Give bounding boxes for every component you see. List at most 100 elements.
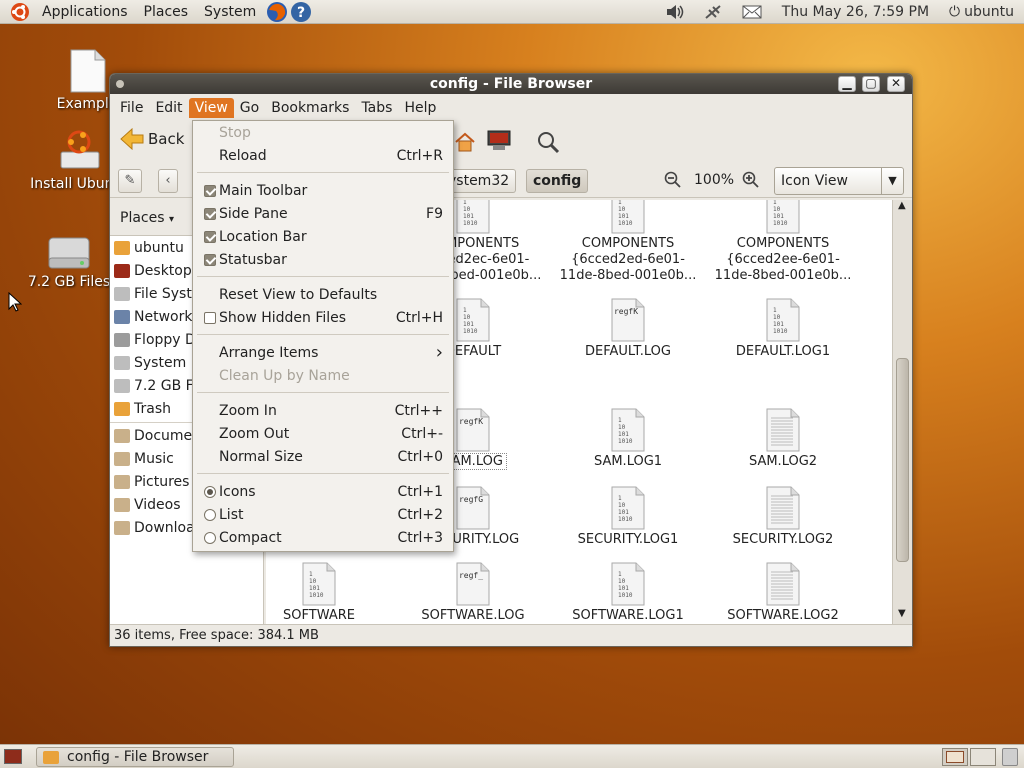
menu-item-normal-size[interactable]: Normal Size Ctrl+0 bbox=[193, 446, 453, 469]
scrollbar-thumb[interactable] bbox=[896, 358, 909, 562]
menu-item-arrange-items[interactable]: Arrange Items › bbox=[193, 342, 453, 365]
file-item[interactable]: regfK DEFAULT.LOG bbox=[553, 298, 703, 360]
chevron-down-icon: ▼ bbox=[881, 168, 903, 194]
zoom-out-icon[interactable] bbox=[664, 171, 682, 189]
mouse-cursor-icon bbox=[8, 292, 22, 312]
menu-item-stop[interactable]: Stop bbox=[193, 122, 453, 145]
taskbar-item-file-browser[interactable]: config - File Browser bbox=[36, 747, 234, 767]
firefox-icon[interactable] bbox=[266, 1, 288, 23]
close-button[interactable]: ✕ bbox=[887, 76, 905, 92]
sidebar-item-videos[interactable]: Videos bbox=[114, 493, 181, 516]
sidebar-item-floppy[interactable]: Floppy D bbox=[114, 328, 196, 351]
user-menu[interactable]: ⏻ ubuntu bbox=[949, 4, 1014, 20]
menu-item-reset-view-to-defaults[interactable]: Reset View to Defaults bbox=[193, 284, 453, 307]
desktop-icon-drive[interactable]: 7.2 GB Files bbox=[14, 234, 124, 290]
menu-edit[interactable]: Edit bbox=[149, 98, 188, 118]
menu-item-zoom-in[interactable]: Zoom In Ctrl++ bbox=[193, 400, 453, 423]
scroll-down-arrow-icon[interactable]: ▼ bbox=[898, 608, 906, 619]
menu-item-compact[interactable]: Compact Ctrl+3 bbox=[193, 527, 453, 550]
sidebar-item-home[interactable]: ubuntu bbox=[114, 236, 184, 259]
volume-icon[interactable] bbox=[666, 4, 684, 20]
trash-applet-icon[interactable] bbox=[1002, 748, 1018, 766]
home-icon[interactable] bbox=[454, 132, 476, 152]
binary-file-icon: 1101011010 bbox=[611, 562, 645, 606]
file-item[interactable]: 1 10 101 1010 COMPONENTS {6cced2ed-6e01- 11de-… bbox=[553, 200, 703, 284]
sidebar-item-pictures[interactable]: Pictures bbox=[114, 470, 189, 493]
file-name: {6cced2ee-6e01- bbox=[726, 252, 840, 267]
workspace-2[interactable] bbox=[970, 748, 996, 766]
menu-item-reload[interactable]: Reload Ctrl+R bbox=[193, 145, 453, 168]
menu-bookmarks[interactable]: Bookmarks bbox=[265, 98, 355, 118]
text-file-icon bbox=[766, 408, 800, 452]
menu-tabs[interactable]: Tabs bbox=[355, 98, 398, 118]
folder-icon bbox=[114, 451, 130, 466]
file-item[interactable]: 1 10 101 1010 SECURITY.LOG1 bbox=[553, 486, 703, 548]
svg-text:101: 101 bbox=[309, 585, 320, 592]
menu-item-show-hidden-files[interactable]: Show Hidden Files Ctrl+H bbox=[193, 307, 453, 330]
sidebar-item-desktop[interactable]: Desktop bbox=[114, 259, 192, 282]
clock[interactable]: Thu May 26, 7:59 PM bbox=[782, 4, 929, 20]
workspace-1[interactable] bbox=[942, 748, 968, 766]
edit-location-button[interactable]: ✎ bbox=[118, 169, 142, 193]
sidebar-item-filesystem[interactable]: File Syste bbox=[114, 282, 200, 305]
menu-item-icons[interactable]: Icons Ctrl+1 bbox=[193, 481, 453, 504]
crumb-config[interactable]: config bbox=[526, 169, 589, 193]
chevron-right-icon: › bbox=[435, 342, 443, 363]
maximize-button[interactable]: ▢ bbox=[862, 76, 880, 92]
back-button[interactable]: Back ▾ bbox=[120, 128, 197, 150]
system-menu[interactable]: System bbox=[196, 0, 264, 24]
menu-item-clean-up-by-name[interactable]: Clean Up by Name bbox=[193, 365, 453, 388]
sidebar-item-downloads[interactable]: Download bbox=[114, 516, 204, 539]
file-item[interactable]: SOFTWARE.LOG2 bbox=[708, 562, 858, 624]
show-desktop-icon[interactable] bbox=[4, 749, 22, 764]
document-icon bbox=[70, 49, 106, 93]
window-menu-icon[interactable] bbox=[116, 80, 124, 88]
binary-file-icon: 1101011010 bbox=[611, 408, 645, 452]
search-icon[interactable] bbox=[536, 130, 560, 154]
file-item[interactable]: 1 10 101 1010 COMPONENTS {6cced2ee-6e01- 11de-… bbox=[708, 200, 858, 284]
help-icon[interactable]: ? bbox=[290, 1, 312, 23]
view-mode-select[interactable]: Icon View ▼ bbox=[774, 167, 904, 195]
menu-item-main-toolbar[interactable]: Main Toolbar bbox=[193, 180, 453, 203]
file-item[interactable]: 1 10 101 1010 DEFAULT.LOG1 bbox=[708, 298, 858, 360]
file-item[interactable]: SECURITY.LOG2 bbox=[708, 486, 858, 548]
taskbar-item-label: config - File Browser bbox=[67, 749, 209, 765]
menu-go[interactable]: Go bbox=[234, 98, 265, 118]
zoom-in-icon[interactable] bbox=[742, 171, 760, 189]
menu-item-location-bar[interactable]: Location Bar bbox=[193, 226, 453, 249]
places-menu[interactable]: Places bbox=[136, 0, 197, 24]
menu-view[interactable]: View bbox=[188, 98, 234, 118]
sidebar-item-system[interactable]: System F bbox=[114, 351, 199, 374]
file-item[interactable]: SAM.LOG2 bbox=[708, 408, 858, 470]
file-item[interactable]: 1 10 101 1010 SAM.LOG1 bbox=[553, 408, 703, 470]
applications-menu[interactable]: Applications bbox=[34, 0, 136, 24]
computer-icon[interactable] bbox=[486, 130, 512, 152]
menu-item-zoom-out[interactable]: Zoom Out Ctrl+- bbox=[193, 423, 453, 446]
menu-item-side-pane[interactable]: Side Pane F9 bbox=[193, 203, 453, 226]
sidebar-item-network[interactable]: Network bbox=[114, 305, 192, 328]
minimize-button[interactable]: ▁ bbox=[838, 76, 856, 92]
window-titlebar[interactable]: config - File Browser ▁ ▢ ✕ bbox=[110, 74, 912, 94]
mail-icon[interactable] bbox=[742, 5, 762, 19]
menu-help[interactable]: Help bbox=[398, 98, 442, 118]
file-item[interactable]: regf_ SOFTWARE.LOG bbox=[398, 562, 548, 624]
sidebar-item-music[interactable]: Music bbox=[114, 447, 174, 470]
sidebar-item-trash[interactable]: Trash bbox=[114, 397, 171, 420]
harddisk-icon bbox=[114, 355, 130, 370]
menu-item-shortcut: F9 bbox=[426, 206, 443, 222]
vertical-scrollbar[interactable]: ▲ ▼ bbox=[892, 200, 912, 624]
network-icon[interactable] bbox=[704, 4, 722, 20]
menu-item-statusbar[interactable]: Statusbar bbox=[193, 249, 453, 272]
ubuntu-logo-icon[interactable] bbox=[10, 2, 30, 22]
menu-item-list[interactable]: List Ctrl+2 bbox=[193, 504, 453, 527]
file-item[interactable]: 1 10 101 1010 SOFTWARE bbox=[266, 562, 394, 624]
menu-file[interactable]: File bbox=[114, 98, 149, 118]
file-item[interactable]: 1 10 101 1010 SOFTWARE.LOG1 bbox=[553, 562, 703, 624]
sidebar-item-documents[interactable]: Documen bbox=[114, 424, 201, 447]
crumb-scroll-left-button[interactable]: ‹ bbox=[158, 169, 178, 193]
scroll-up-arrow-icon[interactable]: ▲ bbox=[898, 200, 906, 211]
svg-text:?: ? bbox=[297, 5, 305, 21]
svg-text:10: 10 bbox=[463, 206, 471, 213]
menu-item-label: Compact bbox=[219, 530, 282, 546]
sidebar-item-drive[interactable]: 7.2 GB Fi bbox=[114, 374, 197, 397]
